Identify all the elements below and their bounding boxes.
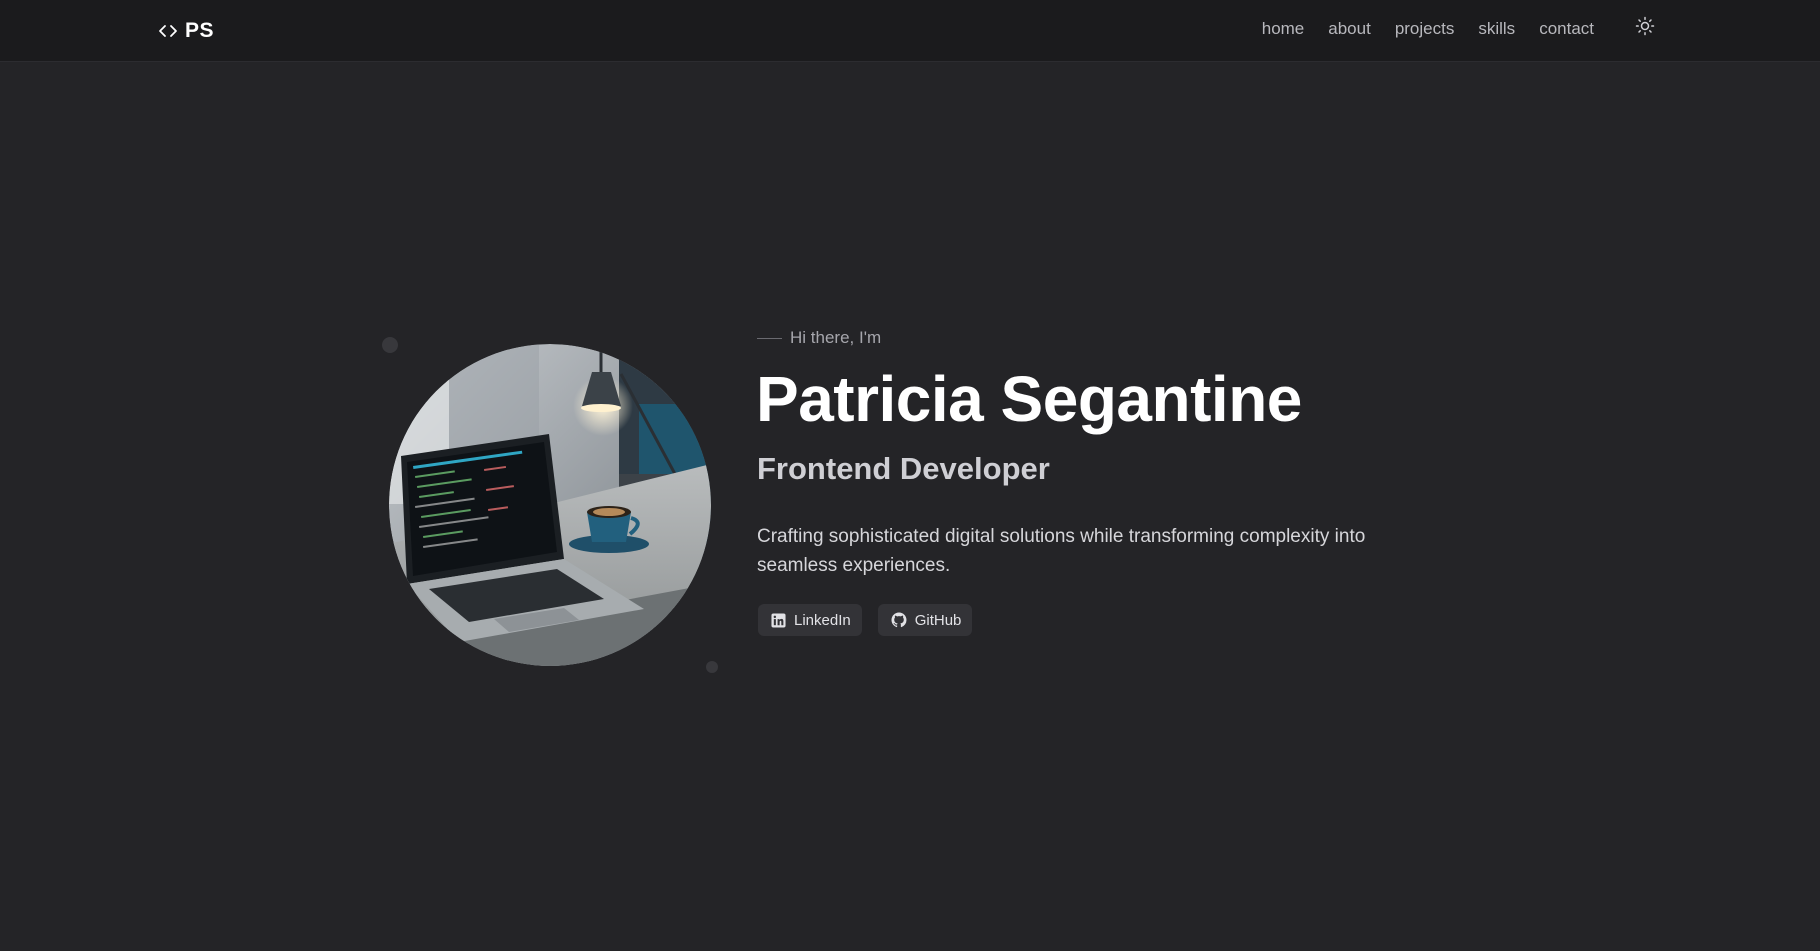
github-button[interactable]: GitHub — [877, 604, 973, 636]
sun-icon — [1635, 16, 1655, 41]
page-title: Patricia Segantine — [756, 363, 1302, 435]
main-nav: home about projects skills contact — [1250, 17, 1606, 41]
profile-image — [389, 344, 711, 666]
top-navbar: PS home about projects skills contact — [0, 0, 1820, 62]
nav-link-contact[interactable]: contact — [1527, 17, 1606, 41]
greeting-text: Hi there, I'm — [790, 328, 882, 347]
logo-link[interactable]: PS — [158, 15, 214, 47]
logo-text: PS — [185, 19, 215, 42]
linkedin-button[interactable]: LinkedIn — [758, 604, 862, 636]
nav-link-about[interactable]: about — [1316, 17, 1383, 41]
linkedin-label: LinkedIn — [794, 611, 851, 629]
nav-link-skills[interactable]: skills — [1466, 17, 1527, 41]
linkedin-icon — [771, 612, 786, 628]
job-title: Frontend Developer — [757, 451, 1050, 486]
theme-toggle-button[interactable] — [1634, 16, 1656, 41]
github-icon — [891, 612, 907, 628]
github-label: GitHub — [914, 611, 962, 629]
tagline: Crafting sophisticated digital solutions… — [757, 526, 1366, 576]
nav-link-home[interactable]: home — [1250, 17, 1317, 41]
social-links: LinkedIn GitHub — [758, 604, 973, 636]
nav-link-projects[interactable]: projects — [1383, 17, 1467, 41]
code-brackets-icon — [158, 21, 178, 41]
greeting-divider — [757, 337, 782, 339]
greeting: Hi there, I'm — [757, 328, 881, 348]
laptop-desk-photo — [389, 344, 711, 666]
